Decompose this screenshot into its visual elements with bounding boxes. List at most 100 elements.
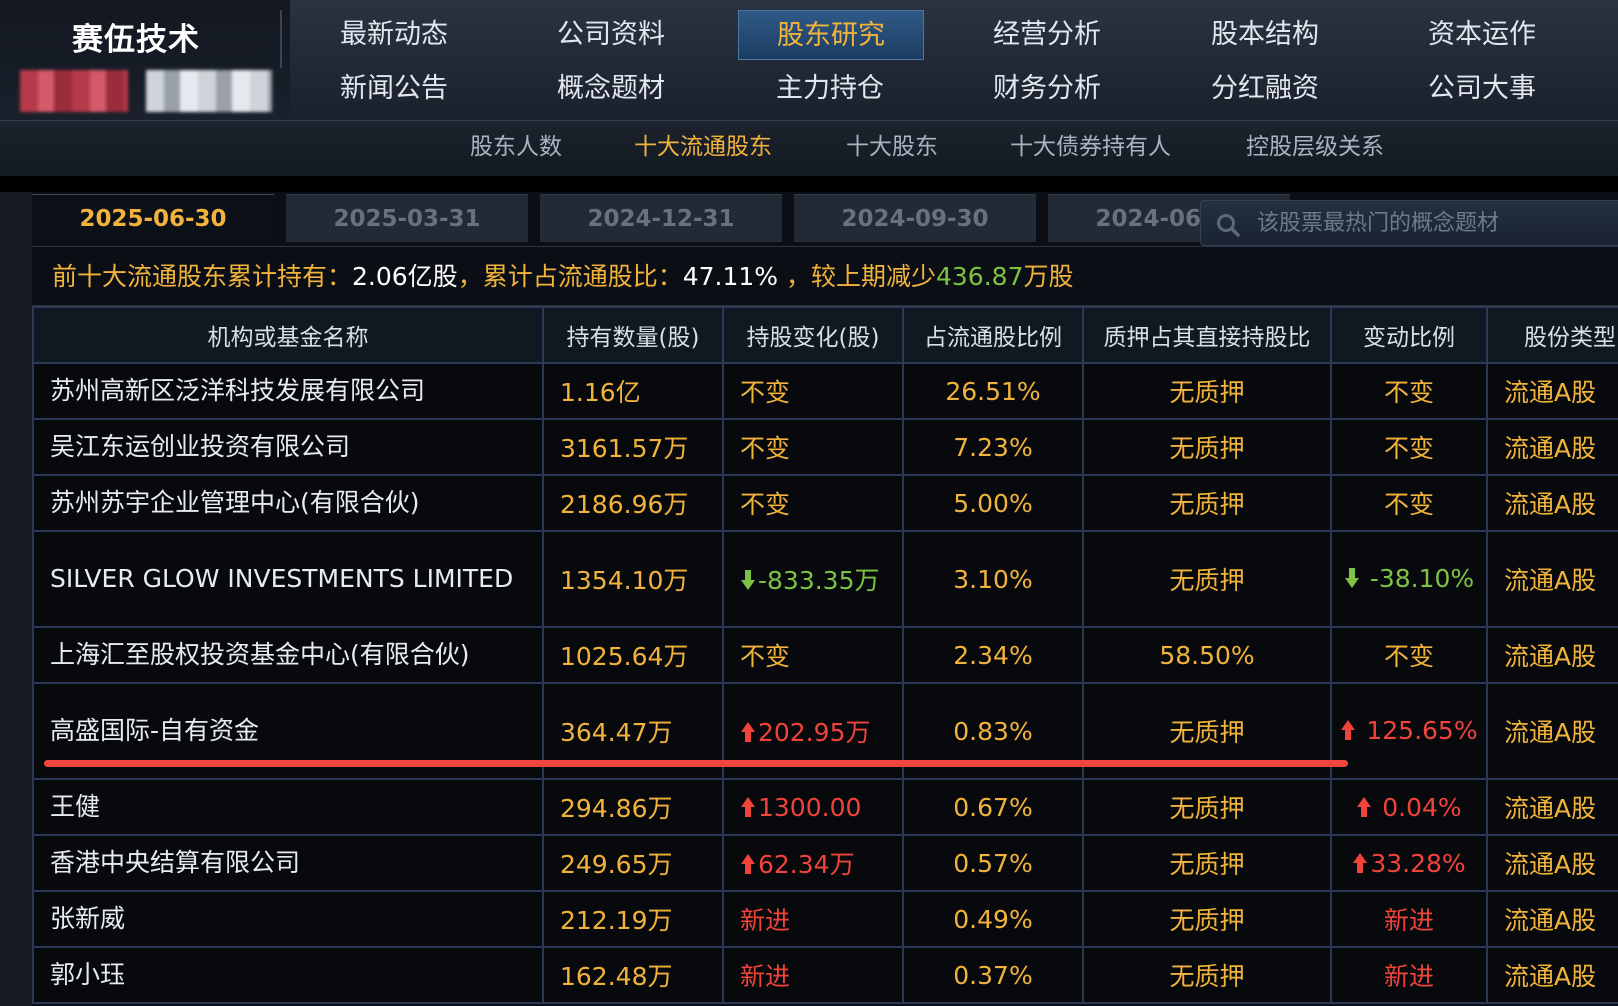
float-ratio: 5.00%	[902, 474, 1084, 532]
change-ratio: 不变	[1330, 362, 1488, 420]
table-row: 上海汇至股权投资基金中心(有限合伙) 1025.64万 不变 2.34% 58.…	[32, 626, 1618, 684]
holder-name[interactable]: SILVER GLOW INVESTMENTS LIMITED	[32, 530, 544, 628]
date-tab-2024-09-30[interactable]: 2024-09-30	[794, 194, 1036, 242]
holder-name[interactable]: 王健	[32, 778, 544, 836]
nav-company-profile[interactable]: 公司资料	[519, 12, 703, 58]
holder-name[interactable]: 苏州苏宇企业管理中心(有限合伙)	[32, 474, 544, 532]
subnav-bond-holders[interactable]: 十大债券持有人	[1010, 121, 1171, 173]
table-row: 苏州苏宇企业管理中心(有限合伙) 2186.96万 不变 5.00% 无质押 不…	[32, 474, 1618, 532]
nav-capital-structure[interactable]: 股本结构	[1173, 12, 1357, 58]
subnav-shareholder-count[interactable]: 股东人数	[470, 121, 562, 173]
float-ratio: 2.34%	[902, 626, 1084, 684]
pledge-ratio: 58.50%	[1082, 626, 1332, 684]
nav-main-holdings[interactable]: 主力持仓	[738, 66, 922, 112]
arrow-up-icon	[1353, 852, 1368, 873]
col-header-pledge-ratio[interactable]: 质押占其直接持股比	[1082, 306, 1332, 364]
stock-info: 赛伍技术	[0, 0, 290, 124]
subnav-top10-float-holders[interactable]: 十大流通股东	[634, 121, 772, 173]
nav-dividends[interactable]: 分红融资	[1173, 66, 1357, 112]
col-header-share-type[interactable]: 股份类型	[1486, 306, 1618, 364]
change-ratio-cell: 125.65%	[1330, 682, 1488, 780]
pledge-ratio: 无质押	[1082, 418, 1332, 476]
change-ratio: 0.04%	[1382, 792, 1462, 822]
nav-latest-news[interactable]: 最新动态	[302, 12, 486, 58]
concept-search-input[interactable]	[1257, 205, 1607, 241]
float-ratio: 3.10%	[902, 530, 1084, 628]
holder-name[interactable]: 苏州高新区泛洋科技发展有限公司	[32, 362, 544, 420]
col-header-amount[interactable]: 持有数量(股)	[542, 306, 724, 364]
holding-change-cell: 1300.00	[722, 778, 904, 836]
change-ratio-cell: 33.28%	[1330, 834, 1488, 892]
highlight-underline	[44, 760, 1348, 767]
holding-change: 新进	[722, 890, 904, 948]
pledge-ratio: 无质押	[1082, 778, 1332, 836]
left-rail	[0, 192, 32, 1006]
stock-name: 赛伍技术	[72, 22, 200, 58]
col-header-float-ratio[interactable]: 占流通股比例	[902, 306, 1084, 364]
subnav-holding-structure[interactable]: 控股层级关系	[1246, 121, 1384, 173]
nav-concepts[interactable]: 概念题材	[519, 66, 703, 112]
holder-name[interactable]: 张新威	[32, 890, 544, 948]
date-tab-2025-06-30[interactable]: 2025-06-30	[32, 194, 274, 242]
summary-bar: 前十大流通股东累计持有：2.06亿股，累计占流通股比：47.11% ，较上期减少…	[32, 246, 1618, 306]
date-tab-2024-12-31[interactable]: 2024-12-31	[540, 194, 782, 242]
summary-unit-change: 万股	[1023, 262, 1074, 291]
arrow-down-icon	[741, 570, 755, 590]
change-ratio: 不变	[1330, 626, 1488, 684]
nav-announcements[interactable]: 新闻公告	[302, 66, 486, 112]
sub-navigation: 股东人数 十大流通股东 十大股东 十大债券持有人 控股层级关系	[0, 120, 1618, 172]
arrow-up-icon	[1357, 796, 1372, 817]
holding-change-cell: 62.34万	[722, 834, 904, 892]
change-ratio: 125.65%	[1366, 716, 1478, 745]
subnav-top10-holders[interactable]: 十大股东	[846, 121, 938, 173]
table-row: 郭小珏 162.48万 新进 0.37% 无质押 新进 流通A股	[32, 946, 1618, 1004]
table-row: 张新威 212.19万 新进 0.49% 无质押 新进 流通A股	[32, 890, 1618, 948]
concept-search-box[interactable]	[1200, 200, 1618, 246]
float-ratio: 0.67%	[902, 778, 1084, 836]
float-ratio: 7.23%	[902, 418, 1084, 476]
pledge-ratio: 无质押	[1082, 474, 1332, 532]
share-type: 流通A股	[1486, 890, 1618, 948]
nav-operation-analysis[interactable]: 经营分析	[955, 12, 1139, 58]
col-header-name[interactable]: 机构或基金名称	[32, 306, 544, 364]
holder-name[interactable]: 郭小珏	[32, 946, 544, 1004]
holding-change: 62.34万	[758, 850, 855, 879]
share-type: 流通A股	[1486, 626, 1618, 684]
search-icon	[1217, 214, 1240, 237]
change-ratio: 新进	[1330, 946, 1488, 1004]
header-divider	[280, 10, 282, 68]
holding-amount: 1.16亿	[542, 362, 724, 420]
share-type: 流通A股	[1486, 474, 1618, 532]
share-type: 流通A股	[1486, 778, 1618, 836]
change-ratio-cell: -38.10%	[1330, 530, 1488, 628]
change-ratio: -38.10%	[1369, 564, 1475, 593]
holding-amount: 3161.57万	[542, 418, 724, 476]
pledge-ratio: 无质押	[1082, 890, 1332, 948]
summary-label-ratio: ，累计占流通股比：	[457, 262, 683, 291]
date-tab-2025-03-31[interactable]: 2025-03-31	[286, 194, 528, 242]
holding-amount: 2186.96万	[542, 474, 724, 532]
holding-amount: 212.19万	[542, 890, 724, 948]
summary-value-change: 436.87	[936, 262, 1024, 291]
holder-name[interactable]: 吴江东运创业投资有限公司	[32, 418, 544, 476]
nav-company-events[interactable]: 公司大事	[1390, 66, 1574, 112]
holding-change: 新进	[722, 946, 904, 1004]
nav-capital-operation[interactable]: 资本运作	[1390, 12, 1574, 58]
table-header-row: 机构或基金名称 持有数量(股) 持股变化(股) 占流通股比例 质押占其直接持股比…	[32, 306, 1618, 364]
holding-amount: 249.65万	[542, 834, 724, 892]
nav-financial-analysis[interactable]: 财务分析	[955, 66, 1139, 112]
pledge-ratio: 无质押	[1082, 530, 1332, 628]
table-row: 苏州高新区泛洋科技发展有限公司 1.16亿 不变 26.51% 无质押 不变 流…	[32, 362, 1618, 420]
holder-name[interactable]: 上海汇至股权投资基金中心(有限合伙)	[32, 626, 544, 684]
col-header-change[interactable]: 持股变化(股)	[722, 306, 904, 364]
holder-name[interactable]: 香港中央结算有限公司	[32, 834, 544, 892]
arrow-up-icon	[741, 722, 755, 742]
pledge-ratio: 无质押	[1082, 946, 1332, 1004]
arrow-up-icon	[741, 796, 755, 817]
float-ratio: 0.37%	[902, 946, 1084, 1004]
change-ratio: 不变	[1330, 418, 1488, 476]
nav-shareholder-research[interactable]: 股东研究	[738, 10, 924, 60]
float-ratio: 0.57%	[902, 834, 1084, 892]
col-header-change-ratio[interactable]: 变动比例	[1330, 306, 1488, 364]
holding-change: 202.95万	[758, 718, 871, 747]
